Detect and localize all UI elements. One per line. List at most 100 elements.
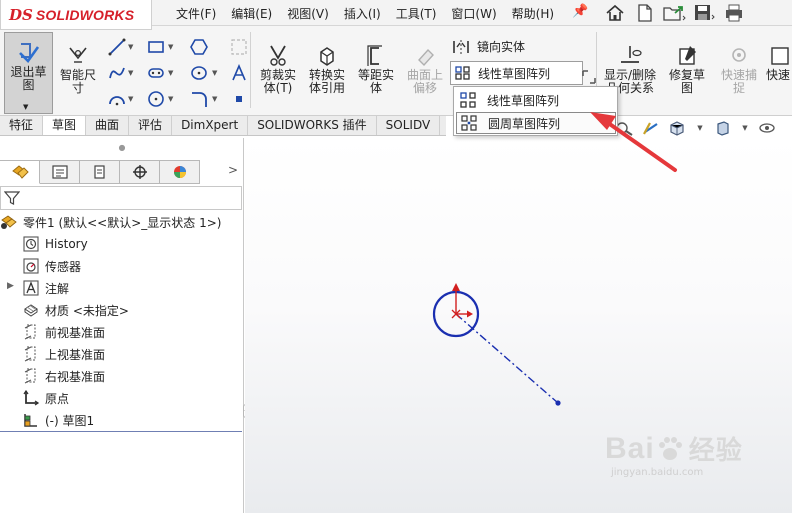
tab-solidworks-more[interactable]: SOLIDV <box>377 116 441 135</box>
smart-dimension-button[interactable]: 智能尺 寸 <box>55 32 101 95</box>
view-orientation-icon[interactable]: ▼ <box>690 119 710 137</box>
tab-solidworks-addins[interactable]: SOLIDWORKS 插件 <box>248 116 377 135</box>
tree-item-part[interactable]: 零件1 (默认<<默认>_显示状态 1>) <box>0 212 221 232</box>
menu-item-label: 线性草图阵列 <box>487 93 560 108</box>
save-icon[interactable] <box>690 1 720 25</box>
tree-item-top-plane[interactable]: 上视基准面 <box>22 344 105 364</box>
trim-entities-button[interactable]: 剪裁实 体(T) <box>255 32 301 95</box>
property-manager-icon <box>51 165 68 179</box>
sketch-origin-icon <box>451 283 473 319</box>
ellipse-icon[interactable] <box>190 64 208 82</box>
rollback-bar[interactable] <box>0 431 242 432</box>
tab-features[interactable]: 特征 <box>0 116 44 135</box>
plane-icon <box>24 346 36 362</box>
tab-property-manager[interactable] <box>40 160 80 184</box>
pin-menu-icon[interactable]: 📌 <box>572 4 588 19</box>
home-icon[interactable] <box>600 1 630 25</box>
repair-sketch-button[interactable]: 修复草 图 <box>664 32 710 95</box>
display-style-icon[interactable] <box>710 119 736 137</box>
new-document-icon[interactable] <box>630 1 660 25</box>
tree-item-front-plane[interactable]: 前视基准面 <box>22 322 105 342</box>
arc-icon[interactable] <box>108 90 126 108</box>
expand-arrow-icon[interactable]: ▶ <box>7 281 14 291</box>
chevron-down-icon[interactable]: ▼ <box>168 95 173 103</box>
chevron-right-icon[interactable]: > <box>228 163 238 177</box>
plane-icon <box>24 368 36 384</box>
circle-icon[interactable] <box>147 90 165 108</box>
display-style-dropdown-icon[interactable]: ▼ <box>736 119 754 137</box>
menu-view[interactable]: 视图(V) <box>287 5 329 22</box>
app-name: SOLIDWORKS <box>35 6 135 23</box>
rectangle-icon[interactable] <box>147 38 165 56</box>
tree-item-origin[interactable]: 原点 <box>22 388 69 408</box>
chevron-down-icon[interactable]: ▼ <box>168 43 173 51</box>
convert-entities-button[interactable]: 转换实 体引用 <box>303 32 351 95</box>
quick-access-toolbar <box>600 0 750 26</box>
tab-dimxpert-manager[interactable] <box>120 160 160 184</box>
menu-tools[interactable]: 工具(T) <box>396 5 437 22</box>
menu-insert[interactable]: 插入(I) <box>344 5 381 22</box>
offset-entities-label: 等距实 体 <box>357 68 394 95</box>
convert-entities-label: 转换实 体引用 <box>308 68 345 95</box>
line-icon[interactable] <box>108 38 126 56</box>
menu-file[interactable]: 文件(F) <box>176 5 216 22</box>
tab-dimxpert[interactable]: DimXpert <box>172 116 249 135</box>
text-icon[interactable] <box>230 64 248 82</box>
tree-item-annotations[interactable]: ▶ 注解 <box>7 278 70 298</box>
offset-on-surface-button[interactable]: 曲面上 偏移 <box>402 32 448 95</box>
tree-item-sketch1[interactable]: (-) 草图1 <box>22 410 94 430</box>
menu-help[interactable]: 帮助(H) <box>512 5 554 22</box>
rapid-sketch-button[interactable]: 快速 <box>766 32 792 94</box>
line-endpoint[interactable] <box>555 400 561 406</box>
feature-manager-tabs <box>0 160 244 184</box>
graphics-area[interactable]: Bai 经验 jingyan.baidu.com <box>245 138 792 513</box>
linear-pattern-split-button[interactable]: 线性草图阵列 <box>450 61 583 85</box>
tab-surfaces[interactable]: 曲面 <box>86 116 130 135</box>
offset-entities-button[interactable]: 等距实 体 <box>354 32 398 95</box>
tab-evaluate[interactable]: 评估 <box>129 116 173 135</box>
tree-item-right-plane[interactable]: 右视基准面 <box>22 366 105 386</box>
tree-filter[interactable] <box>0 186 242 210</box>
display-relations-button[interactable]: 显示/删除 几何关系 <box>600 32 660 95</box>
rapid-snaps-icon <box>732 48 746 62</box>
hide-show-items-icon[interactable] <box>754 119 780 137</box>
chevron-down-icon[interactable]: ▼ <box>212 69 217 77</box>
panel-grip[interactable]: ● <box>0 138 244 156</box>
configuration-manager-icon <box>93 165 105 179</box>
chevron-down-icon[interactable]: ▼ <box>128 95 133 103</box>
baidu-watermark: Bai 经验 jingyan.baidu.com <box>605 430 743 479</box>
tab-display-manager[interactable] <box>160 160 200 184</box>
point-icon[interactable] <box>230 90 248 108</box>
tab-configuration-manager[interactable] <box>80 160 120 184</box>
menu-window[interactable]: 窗口(W) <box>451 5 496 22</box>
solidworks-logo[interactable]: DS SOLIDWORKS <box>0 0 152 30</box>
material-icon <box>24 304 38 317</box>
tree-item-label: 原点 <box>45 391 70 406</box>
spline-icon[interactable] <box>108 64 126 82</box>
open-folder-icon[interactable] <box>660 1 690 25</box>
construction-line[interactable] <box>455 313 559 404</box>
mirror-entities-icon <box>453 39 469 54</box>
chevron-down-icon[interactable]: ▼ <box>128 69 133 77</box>
convert-entities-icon <box>320 47 334 66</box>
mirror-entities-button[interactable]: 镜向实体 <box>452 38 525 55</box>
slot-icon[interactable] <box>147 64 165 82</box>
chevron-down-icon[interactable]: ▼ <box>168 69 173 77</box>
watermark-url: jingyan.baidu.com <box>611 467 704 478</box>
tab-feature-tree[interactable] <box>0 160 40 184</box>
chevron-down-icon[interactable]: ▼ <box>128 43 133 51</box>
chevron-down-icon[interactable]: ▼ <box>212 95 217 103</box>
tree-item-history[interactable]: History <box>22 234 88 254</box>
tab-sketch[interactable]: 草图 <box>43 116 87 135</box>
menu-edit[interactable]: 编辑(E) <box>231 5 272 22</box>
exit-sketch-button[interactable]: 退出草 图 ▼ <box>4 32 53 114</box>
print-icon[interactable] <box>720 1 750 25</box>
tree-item-material[interactable]: 材质 <未指定> <box>22 300 129 320</box>
sketch-fillet-icon[interactable] <box>190 90 208 108</box>
construction-geometry-icon[interactable] <box>230 38 248 56</box>
offset-on-surface-icon <box>418 48 434 67</box>
tree-item-label: 注解 <box>45 281 70 296</box>
rapid-snaps-button[interactable]: 快速捕 捉 <box>716 32 762 95</box>
polygon-icon[interactable] <box>190 38 208 56</box>
tree-item-sensors[interactable]: 传感器 <box>22 256 81 276</box>
